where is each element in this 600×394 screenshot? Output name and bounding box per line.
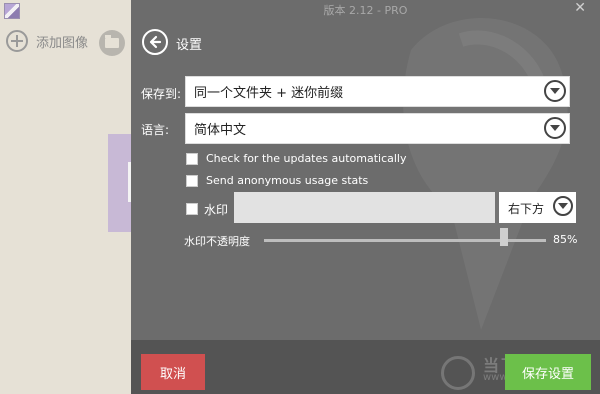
opacity-slider-thumb[interactable] xyxy=(499,228,508,246)
send-usage-option[interactable]: Send anonymous usage stats xyxy=(186,174,368,187)
arrow-left-icon xyxy=(149,35,162,49)
main-app-area: 添加图像 xyxy=(0,0,131,394)
language-value: 简体中文 xyxy=(194,123,247,138)
send-usage-label: Send anonymous usage stats xyxy=(206,174,369,187)
chevron-down-icon xyxy=(544,80,566,102)
language-label: 语言: xyxy=(141,123,170,137)
plus-circle-icon xyxy=(6,30,28,52)
settings-panel: 版本 2.12 - PRO ✕ 设置 保存到: 同一个文件夹 + 迷你前缀 语言… xyxy=(131,0,600,394)
watermark-position-value: 右下方 xyxy=(508,202,545,216)
ice-cream-watermark-icon xyxy=(403,18,568,330)
check-updates-checkbox[interactable] xyxy=(186,152,198,165)
watermark-text-input[interactable] xyxy=(234,192,495,223)
add-image-button[interactable]: 添加图像 xyxy=(6,30,88,52)
watermark-position-select[interactable]: 右下方 xyxy=(499,192,576,223)
close-icon[interactable]: ✕ xyxy=(574,0,586,16)
app-logo-icon xyxy=(4,3,20,19)
watermark-checkbox[interactable] xyxy=(186,203,198,215)
chevron-down-icon xyxy=(553,196,573,216)
check-updates-option[interactable]: Check for the updates automatically xyxy=(186,152,406,165)
open-folder-button[interactable] xyxy=(99,30,125,56)
back-button[interactable] xyxy=(142,29,168,55)
settings-title: 设置 xyxy=(176,38,203,53)
folder-icon xyxy=(105,35,119,48)
window-title: 版本 2.12 - PRO xyxy=(323,4,408,17)
save-to-select[interactable]: 同一个文件夹 + 迷你前缀 xyxy=(185,76,570,107)
save-settings-button[interactable]: 保存设置 xyxy=(505,354,591,390)
watermark-label: 水印 xyxy=(204,203,229,217)
language-select[interactable]: 简体中文 xyxy=(185,113,570,144)
save-to-label: 保存到: xyxy=(141,87,182,101)
opacity-label: 水印不透明度 xyxy=(184,235,250,248)
save-to-value: 同一个文件夹 + 迷你前缀 xyxy=(194,86,344,101)
chevron-down-icon xyxy=(544,117,566,139)
site-watermark-logo-icon xyxy=(441,356,475,390)
title-bar: 版本 2.12 - PRO ✕ xyxy=(131,0,600,18)
image-thumbnail[interactable] xyxy=(108,134,131,232)
opacity-value: 85% xyxy=(553,233,578,246)
add-image-label: 添加图像 xyxy=(36,35,89,51)
send-usage-checkbox[interactable] xyxy=(186,174,198,187)
check-updates-label: Check for the updates automatically xyxy=(206,152,407,165)
cancel-button[interactable]: 取消 xyxy=(141,354,205,390)
footer-bar: 取消 当下软件园 www.downxia.com 保存设置 xyxy=(131,340,600,394)
